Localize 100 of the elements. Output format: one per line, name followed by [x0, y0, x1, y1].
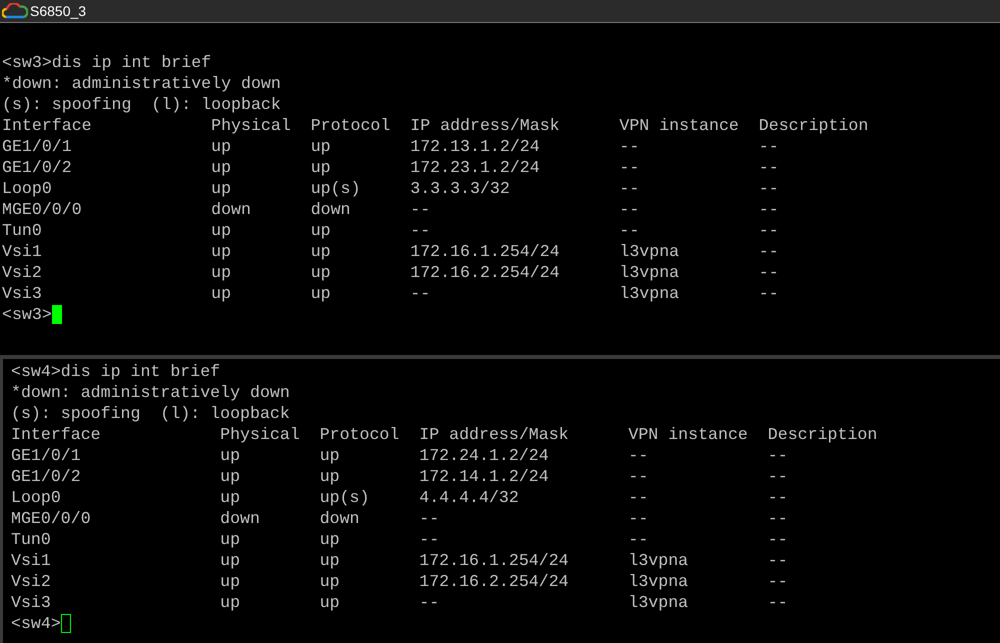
table-cell-text: --: [628, 508, 650, 529]
table-cell-text: --: [768, 466, 789, 487]
column-header: Description: [768, 424, 878, 445]
table-cell-text: Loop0: [2, 178, 53, 199]
table-cell-text: 4.4.4.4/32: [419, 487, 520, 508]
table-cell-text: --: [628, 466, 650, 487]
column-header: IP address/Mask: [410, 115, 561, 136]
table-cell-text: up: [211, 136, 232, 157]
table-cell-text: up: [220, 445, 242, 466]
table-cell-text: up: [220, 550, 242, 571]
table-cell-text: Vsi2: [11, 571, 52, 592]
table-cell-text: --: [619, 220, 640, 241]
table-cell-text: --: [628, 487, 650, 508]
table-cell-text: l3vpna: [628, 571, 690, 592]
table-cell-text: l3vpna: [619, 262, 680, 283]
table-cell-text: up: [310, 241, 332, 262]
table-cell-text: up: [220, 529, 242, 550]
table-cell-text: --: [758, 283, 780, 304]
table-cell-text: up: [320, 571, 341, 592]
table-cell-text: 3.3.3.3/32: [410, 178, 511, 199]
table-cell-text: 172.13.1.2/24: [410, 136, 541, 157]
table-cell-text: up: [220, 571, 242, 592]
terminal-line: <sw3>dis ip int brief: [2, 52, 212, 73]
terminal-line: *down: administratively down: [11, 382, 290, 403]
table-cell-text: up: [320, 529, 341, 550]
table-cell-text: --: [768, 550, 789, 571]
table-cell-text: up: [211, 178, 232, 199]
terminal-line: (s): spoofing (l): loopback: [11, 403, 290, 424]
table-cell-text: 172.16.2.254/24: [419, 571, 570, 592]
table-cell-text: 172.23.1.2/24: [410, 157, 541, 178]
table-cell-text: Vsi2: [2, 262, 43, 283]
table-cell-text: down: [211, 199, 252, 220]
table-cell-text: down: [320, 508, 361, 529]
table-cell-text: l3vpna: [619, 283, 680, 304]
table-cell-text: up: [310, 283, 332, 304]
table-cell-text: 172.16.1.254/24: [419, 550, 570, 571]
table-cell-text: Vsi3: [11, 592, 52, 613]
table-cell-text: --: [410, 199, 432, 220]
table-cell-text: Tun0: [11, 529, 52, 550]
table-cell-text: --: [768, 487, 789, 508]
table-cell-text: --: [619, 157, 640, 178]
table-cell-text: --: [768, 571, 789, 592]
table-cell-text: --: [758, 220, 780, 241]
table-cell-text: --: [628, 445, 650, 466]
table-cell-text: --: [768, 529, 789, 550]
column-header: Physical: [211, 115, 292, 136]
table-cell-text: 172.24.1.2/24: [419, 445, 550, 466]
column-header: Protocol: [320, 424, 400, 445]
table-cell-text: up: [220, 592, 242, 613]
column-header: VPN instance: [619, 115, 740, 136]
table-cell-text: GE1/0/2: [11, 466, 82, 487]
column-header: Interface: [2, 115, 93, 136]
table-cell-text: up: [211, 220, 232, 241]
column-header: Interface: [11, 424, 102, 445]
table-cell-text: l3vpna: [628, 550, 690, 571]
table-cell-text: up: [211, 157, 232, 178]
table-cell-text: up(s): [310, 178, 362, 199]
table-cell-text: 172.16.2.254/24: [410, 262, 561, 283]
table-cell-text: down: [310, 199, 352, 220]
table-cell-text: up: [211, 262, 232, 283]
column-header: Description: [758, 115, 868, 136]
table-cell-text: up(s): [320, 487, 370, 508]
table-cell-text: --: [410, 283, 432, 304]
table-cell-text: up: [220, 466, 242, 487]
table-cell-text: up: [320, 445, 341, 466]
table-cell-text: --: [768, 445, 789, 466]
table-cell-text: GE1/0/1: [2, 136, 73, 157]
prompt-text: <sw3>: [2, 304, 52, 325]
table-cell-text: down: [220, 508, 261, 529]
table-cell-text: l3vpna: [619, 241, 680, 262]
table-cell-text: up: [310, 262, 332, 283]
column-header: Physical: [220, 424, 301, 445]
column-header: IP address/Mask: [419, 424, 570, 445]
prompt-text: <sw4>: [11, 613, 61, 634]
table-cell-text: MGE0/0/0: [11, 508, 92, 529]
table-cell-text: up: [310, 220, 332, 241]
table-cell-text: --: [768, 592, 789, 613]
column-header: Protocol: [310, 115, 392, 136]
table-cell-text: up: [211, 283, 232, 304]
table-cell-text: Tun0: [2, 220, 43, 241]
table-cell-text: l3vpna: [628, 592, 690, 613]
terminal-line: *down: administratively down: [2, 73, 281, 94]
table-cell-text: --: [628, 529, 650, 550]
table-cell-text: --: [758, 199, 780, 220]
table-cell-text: up: [320, 466, 341, 487]
table-cell-text: --: [410, 220, 432, 241]
table-cell-text: --: [758, 262, 780, 283]
cloud-logo-icon: [2, 3, 28, 19]
table-cell-text: --: [758, 178, 780, 199]
table-cell-text: Vsi1: [2, 241, 43, 262]
table-cell-text: GE1/0/2: [2, 157, 73, 178]
table-cell-text: GE1/0/1: [11, 445, 82, 466]
table-cell-text: up: [310, 157, 332, 178]
table-cell-text: --: [758, 241, 780, 262]
table-cell-text: Loop0: [11, 487, 62, 508]
table-cell-text: Vsi3: [2, 283, 43, 304]
table-cell-text: Vsi1: [11, 550, 52, 571]
table-cell-text: up: [320, 550, 341, 571]
terminal-line: <sw4>dis ip int brief: [11, 361, 220, 382]
table-cell-text: --: [619, 136, 640, 157]
